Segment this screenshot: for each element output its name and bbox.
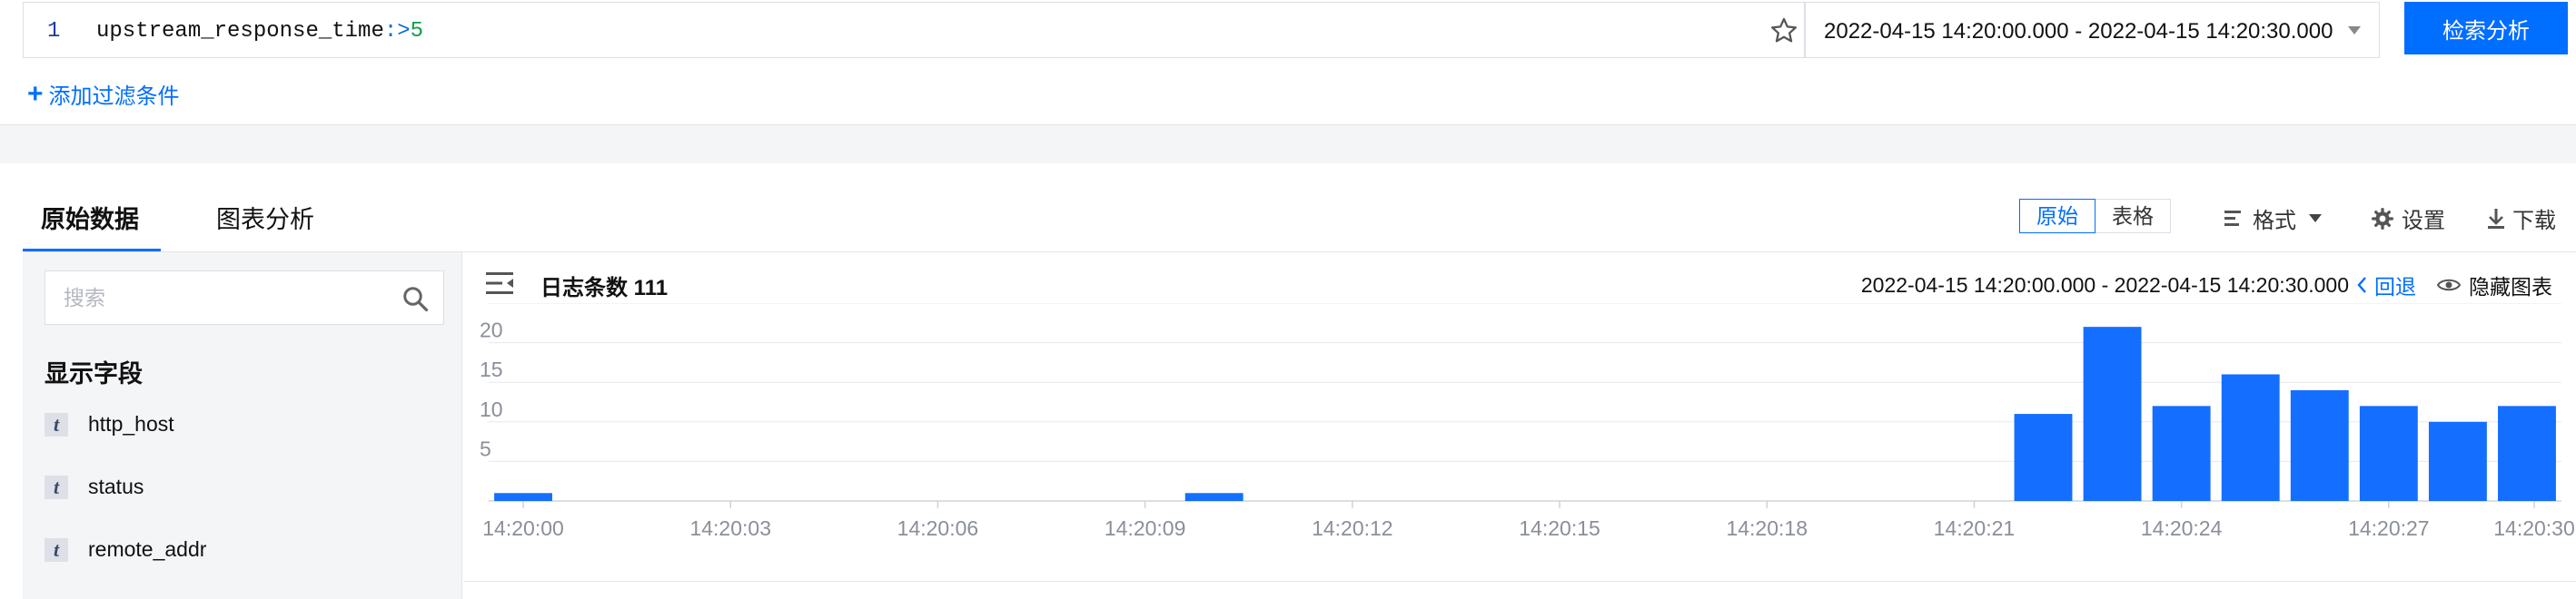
format-icon (2224, 210, 2241, 226)
histogram-bar (2428, 421, 2487, 501)
histogram-panel: 日志条数 111 2022-04-15 14:20:00.000 - 2022-… (463, 252, 2576, 599)
view-raw-button[interactable]: 原始 (2019, 199, 2095, 233)
x-tick-label: 14:20:12 (1312, 516, 1393, 540)
chevron-down-icon (2348, 26, 2361, 34)
hide-chart-label: 隐藏图表 (2469, 275, 2552, 299)
field-search (45, 270, 444, 325)
histogram-bar (2083, 327, 2142, 501)
histogram-bar (2359, 406, 2418, 501)
y-tick-label: 15 (480, 358, 503, 381)
display-fields-heading: 显示字段 (45, 360, 143, 388)
format-dropdown[interactable]: 格式 (2224, 202, 2322, 234)
text-type-icon: t (45, 412, 68, 437)
tab-chart-analysis[interactable]: 图表分析 (216, 200, 314, 235)
settings-button[interactable]: 设置 (2371, 202, 2445, 234)
x-tick-label: 14:20:15 (1519, 516, 1600, 540)
settings-label: 设置 (2402, 209, 2445, 233)
plus-icon: + (27, 78, 44, 109)
search-analyze-button[interactable]: 检索分析 (2404, 2, 2568, 54)
download-label: 下载 (2512, 209, 2556, 233)
hide-chart-button[interactable]: 隐藏图表 (2436, 270, 2552, 300)
download-button[interactable]: 下载 (2487, 202, 2556, 234)
histogram-bar (1184, 493, 1243, 501)
x-tick-label: 14:20:24 (2141, 516, 2223, 540)
log-count: 日志条数 111 (540, 276, 669, 300)
field-search-input[interactable] (45, 271, 391, 324)
format-label: 格式 (2253, 209, 2296, 233)
chart-range-text: 2022-04-15 14:20:00.000 - 2022-04-15 14:… (1860, 272, 2349, 297)
query-operator: :> (383, 19, 411, 44)
field-item-status[interactable]: t status (45, 475, 144, 499)
results-panel: 原始数据 图表分析 原始 表格 格式 设置 下载 搜索 显示字段 t http_… (0, 163, 2576, 599)
x-tick-label: 14:20:27 (2348, 516, 2430, 540)
add-filter-link[interactable]: + 添加过滤条件 (27, 78, 180, 110)
query-editor[interactable]: 1 upstream_response_time:>5 (23, 2, 1805, 58)
line-number: 1 (47, 19, 61, 44)
query-value: 5 (410, 19, 424, 44)
y-tick-label: 10 (480, 398, 503, 421)
histogram-bar (2152, 406, 2211, 501)
x-tick-label: 14:20:03 (689, 516, 771, 540)
field-label: status (88, 475, 144, 498)
text-type-icon: t (45, 475, 68, 499)
query-area: 1 upstream_response_time:>5 2022-04-15 1… (0, 0, 2576, 125)
collapse-sidebar-icon[interactable] (486, 270, 515, 296)
x-tick-label: 14:20:21 (1934, 516, 2016, 540)
star-icon[interactable] (1769, 15, 1799, 46)
back-button[interactable]: 回退 (2356, 270, 2416, 300)
y-tick-label: 20 (480, 319, 503, 342)
chevron-down-icon (2309, 214, 2322, 222)
x-tick-label: 14:20:09 (1105, 516, 1186, 540)
text-type-icon: t (45, 537, 68, 562)
field-sidebar: 显示字段 t http_host t status t remote_addr (23, 252, 462, 599)
histogram-bar (2221, 374, 2280, 501)
chevron-left-icon (2357, 277, 2366, 293)
add-filter-label: 添加过滤条件 (48, 84, 180, 109)
field-label: http_host (88, 412, 174, 436)
view-table-button[interactable]: 表格 (2095, 199, 2171, 233)
x-tick-label: 14:20:06 (897, 516, 979, 540)
eye-icon (2436, 279, 2462, 291)
x-tick-label: 14:20:18 (1726, 516, 1808, 540)
gear-icon (2372, 207, 2393, 230)
chart-bottom-divider (463, 581, 2576, 582)
x-tick-label: 14:20:00 (482, 516, 564, 540)
histogram-bar (2014, 414, 2073, 501)
query-text[interactable]: upstream_response_time:>5 (96, 19, 423, 44)
search-icon[interactable] (401, 285, 429, 312)
download-icon (2488, 208, 2504, 229)
histogram-bar (2290, 389, 2349, 501)
view-toggle: 原始 表格 (2019, 199, 2171, 233)
histogram-bar (2498, 406, 2556, 501)
tab-raw-data[interactable]: 原始数据 (41, 200, 139, 235)
time-range-text: 2022-04-15 14:20:00.000 - 2022-04-15 14:… (1824, 19, 2333, 44)
query-field: upstream_response_time (96, 19, 384, 44)
y-tick-label: 5 (480, 437, 491, 460)
histogram-chart: 51015202514:20:0014:20:0314:20:0614:20:0… (480, 303, 2575, 540)
time-range-picker[interactable]: 2022-04-15 14:20:00.000 - 2022-04-15 14:… (1805, 2, 2380, 58)
chart-time-range: 2022-04-15 14:20:00.000 - 2022-04-15 14:… (1861, 270, 2576, 300)
x-tick-label: 14:20:30 (2493, 516, 2575, 540)
field-item-remote-addr[interactable]: t remote_addr (45, 537, 206, 562)
back-label: 回退 (2374, 275, 2416, 299)
field-item-http-host[interactable]: t http_host (45, 412, 174, 437)
histogram-bar (494, 493, 552, 501)
field-label: remote_addr (88, 537, 207, 561)
